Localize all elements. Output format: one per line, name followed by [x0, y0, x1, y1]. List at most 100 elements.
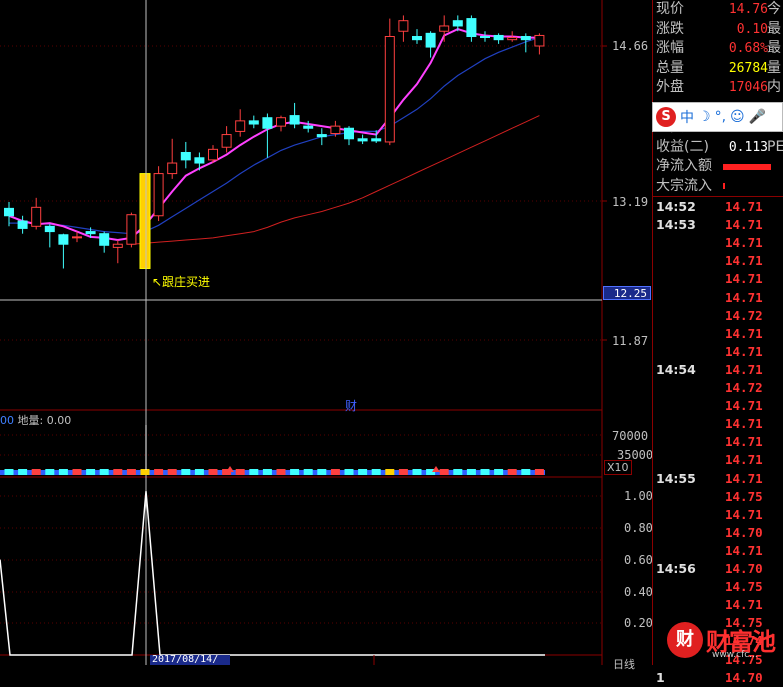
- volume-bar: [330, 469, 340, 475]
- tick-price: 14.71: [725, 506, 763, 522]
- volume-bar: [412, 469, 422, 475]
- watermark-logo-icon: 财: [667, 622, 703, 658]
- tick-price: 14.71: [725, 289, 763, 305]
- tick-time: 1: [656, 669, 665, 685]
- finance-badge[interactable]: 财: [345, 397, 357, 414]
- quote-value: 17046: [728, 80, 768, 95]
- price-axis-label: 14.66: [612, 39, 649, 53]
- candle-body: [180, 151, 191, 161]
- tick-separator: [653, 196, 783, 197]
- candle-body: [493, 34, 504, 41]
- tick-price: 14.71: [725, 597, 763, 613]
- indicator-axis-label: 0.80: [624, 521, 653, 535]
- candle-body: [262, 117, 273, 129]
- period-label[interactable]: 日线: [613, 656, 635, 672]
- volume-label-prefix: 00: [0, 414, 14, 427]
- volume-bar: [521, 469, 531, 475]
- candle-body: [85, 231, 96, 235]
- tick-price: 14.71: [725, 416, 763, 432]
- quote-label: 现价: [656, 1, 684, 17]
- price-axis-label: 11.87: [612, 334, 649, 348]
- indicator-line: [0, 491, 545, 656]
- volume-bar: [86, 469, 96, 475]
- tick-price: 14.72: [725, 307, 763, 323]
- tick-price: 14.70: [725, 524, 763, 540]
- volume-bar: [45, 469, 55, 475]
- volume-bar: [208, 469, 218, 475]
- kline-chart-svg[interactable]: [0, 0, 652, 665]
- quote2-label: 净流入额: [656, 158, 712, 174]
- volume-bar: [113, 469, 123, 475]
- indicator-axis-label: 0.40: [624, 585, 653, 599]
- volume-bar: [99, 469, 109, 475]
- volume-bar: [262, 469, 272, 475]
- tick-row: 14.71: [653, 234, 783, 252]
- candle-body: [316, 134, 327, 138]
- tick-row: 14.71: [653, 451, 783, 469]
- tick-price: 14.75: [725, 579, 763, 595]
- quote-row: 总量 26784 量: [653, 59, 783, 78]
- tick-row: 14:56 14.70: [653, 560, 783, 578]
- candle-body: [384, 36, 395, 143]
- candle-body: [303, 125, 314, 129]
- candle-body: [194, 157, 205, 164]
- volume-bar: [58, 469, 68, 475]
- candle-body: [425, 32, 436, 48]
- candle-body: [371, 138, 382, 142]
- quote2-label: 收益(二): [656, 138, 709, 155]
- ime-chinese-mode[interactable]: 中: [680, 107, 694, 127]
- volume-bar: [303, 469, 313, 475]
- ime-moon-icon[interactable]: ☽: [698, 109, 711, 125]
- volume-axis-label: 70000: [612, 429, 649, 443]
- volume-bar: [453, 469, 463, 475]
- quote-label: 外盘: [656, 79, 684, 95]
- candle-body: [276, 117, 286, 127]
- volume-scale-badge[interactable]: X10: [604, 460, 632, 475]
- candle-body: [31, 206, 42, 227]
- quote2-row: 收益(二) 0.113 PE: [653, 138, 783, 157]
- ime-mic-icon[interactable]: 🎤: [749, 109, 766, 125]
- candle-body: [99, 233, 110, 246]
- volume-bar: [371, 469, 381, 475]
- indicator-axis-label: 1.00: [624, 489, 653, 503]
- signal-candle: [139, 173, 151, 269]
- volume-bar: [290, 469, 300, 475]
- tick-time: 14:53: [656, 217, 696, 233]
- tick-price: 14.71: [725, 253, 763, 269]
- quote-value: 0.68%: [728, 41, 768, 56]
- volume-band: [0, 470, 545, 475]
- tick-price: 14.70: [725, 669, 763, 685]
- quote-value: 26784: [728, 60, 768, 76]
- tick-price: 14.71: [725, 361, 763, 377]
- watermark: 财 财富池 www.cfc...: [662, 618, 783, 665]
- kline-chart-area[interactable]: 12.25 ↖跟庄买进 财 00 地量: 0.00 X10 2017/08/14…: [0, 0, 654, 671]
- volume-axis-label: 35000: [617, 448, 654, 462]
- quote-label: 涨跌: [656, 20, 684, 37]
- indicator-axis-label: 0.20: [624, 616, 653, 630]
- ime-logo-icon[interactable]: S: [656, 107, 676, 127]
- quote-value: 0.10: [736, 21, 768, 37]
- volume-bar: [31, 469, 41, 475]
- ime-emoji-icon[interactable]: ☺: [730, 109, 745, 125]
- tick-row: 14.71: [653, 270, 783, 288]
- watermark-url: www.cfc...: [712, 650, 758, 660]
- volume-bar: [317, 469, 327, 475]
- candle-body: [221, 134, 232, 148]
- candle-body: [72, 236, 82, 239]
- candle-body: [58, 234, 69, 245]
- quote-suffix: 今: [767, 1, 781, 17]
- tick-row: 14.71: [653, 433, 783, 451]
- tick-row: 14:53 14.71: [653, 216, 783, 234]
- quote-suffix: 最: [767, 40, 781, 56]
- ime-punct-icon[interactable]: °,: [715, 109, 726, 125]
- tick-price: 14.71: [725, 199, 763, 214]
- candle-body: [330, 125, 341, 135]
- candle-body: [466, 18, 477, 38]
- ime-toolbar[interactable]: S 中 ☽ °, ☺ 🎤: [652, 102, 783, 132]
- volume-bar: [494, 469, 504, 475]
- quote2-suffix: PE: [767, 138, 783, 155]
- quote-row: 外盘 17046 内: [653, 78, 783, 97]
- volume-bar: [439, 469, 449, 475]
- tick-price: 14.72: [725, 380, 763, 395]
- candle-body: [534, 34, 545, 47]
